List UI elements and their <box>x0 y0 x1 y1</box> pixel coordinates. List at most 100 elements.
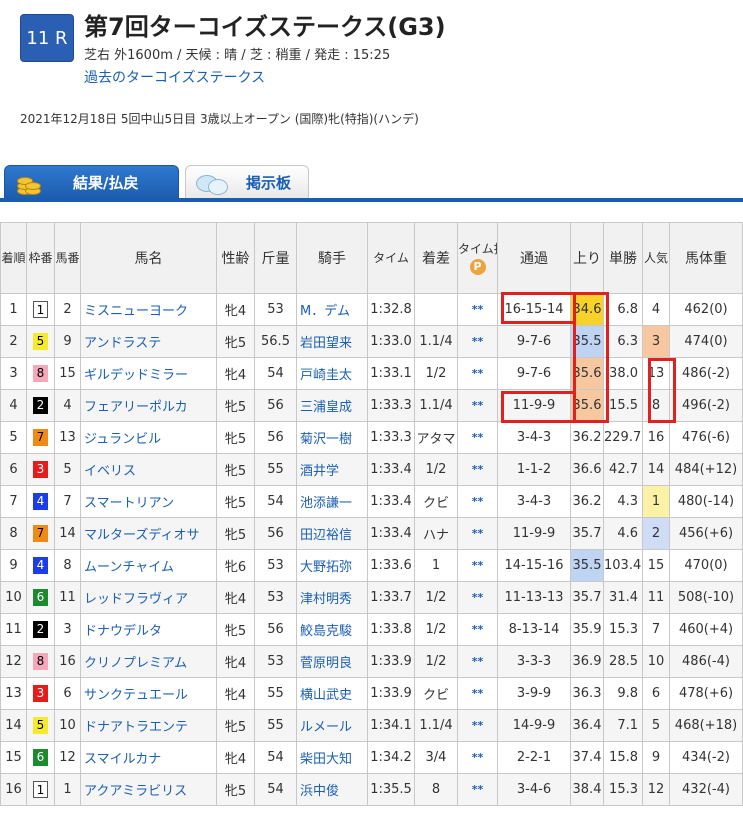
cell-horse-name[interactable]: クリノプレミアム <box>80 645 217 678</box>
cell-sex-age: 牝5 <box>216 773 255 806</box>
cell-jockey[interactable]: 大野拓弥 <box>296 549 368 582</box>
cell-odds: 15.5 <box>603 389 643 422</box>
cell-last3f: 37.4 <box>570 741 604 774</box>
cell-jockey[interactable]: 三浦皇成 <box>296 389 368 422</box>
cell-jockey[interactable]: 津村明秀 <box>296 581 368 614</box>
cell-horse-name[interactable]: ジュランビル <box>80 421 217 454</box>
cell-time: 1:32.8 <box>367 293 415 326</box>
cell-sex-age: 牝5 <box>216 613 255 646</box>
cell-jockey[interactable]: 浜中俊 <box>296 773 368 806</box>
cell-horse-name[interactable]: ドナアトラエンテ <box>80 709 217 742</box>
cell-horse-name[interactable]: ドナウデルタ <box>80 613 217 646</box>
cell-time-index[interactable]: ** <box>457 645 498 678</box>
cell-jockey[interactable]: 鮫島克駿 <box>296 613 368 646</box>
cell-horse-number: 10 <box>54 709 81 742</box>
cell-jockey[interactable]: 酒井学 <box>296 453 368 486</box>
cell-time-index[interactable]: ** <box>457 293 498 326</box>
cell-passing: 11-9-9 <box>497 517 571 550</box>
time-index-label: タイム指数 <box>458 241 497 256</box>
cell-weight: 56 <box>254 421 297 454</box>
cell-jockey[interactable]: ルメール <box>296 709 368 742</box>
cell-last3f: 36.9 <box>570 645 604 678</box>
cell-jockey[interactable]: 戸崎圭太 <box>296 357 368 390</box>
cell-horse-number: 2 <box>54 293 81 326</box>
cell-horse-name[interactable]: アンドラステ <box>80 325 217 358</box>
cell-passing: 8-13-14 <box>497 613 571 646</box>
cell-time-index[interactable]: ** <box>457 485 498 518</box>
cell-time-index[interactable]: ** <box>457 741 498 774</box>
cell-sex-age: 牝6 <box>216 549 255 582</box>
cell-time-index[interactable]: ** <box>457 709 498 742</box>
cell-weight: 53 <box>254 293 297 326</box>
cell-horse-name[interactable]: ミスニューヨーク <box>80 293 217 326</box>
race-number-badge: 11 R <box>20 14 74 62</box>
cell-horse-name[interactable]: ギルデッドミラー <box>80 357 217 390</box>
cell-last3f: 38.4 <box>570 773 604 806</box>
cell-jockey[interactable]: 菅原明良 <box>296 645 368 678</box>
cell-time-index[interactable]: ** <box>457 549 498 582</box>
table-row: 14 5 10 ドナアトラエンテ 牝5 55 ルメール 1:34.1 1.1/4 ** 14-9-9… <box>0 709 743 742</box>
cell-sex-age: 牝4 <box>216 677 255 710</box>
cell-passing: 3-9-9 <box>497 677 571 710</box>
cell-horse-name[interactable]: スマートリアン <box>80 485 217 518</box>
table-row: 12 8 16 クリノプレミアム 牝4 53 菅原明良 1:33.9 1/2 ** 3-3-3 36.… <box>0 645 743 678</box>
cell-popularity: 15 <box>642 549 670 582</box>
cell-horse-name[interactable]: ムーンチャイム <box>80 549 217 582</box>
cell-finish: 2 <box>0 325 27 358</box>
cell-time-index[interactable]: ** <box>457 357 498 390</box>
cell-horse-name[interactable]: マルターズディオサ <box>80 517 217 550</box>
cell-body-weight: 462(0) <box>669 293 743 326</box>
cell-popularity: 5 <box>642 709 670 742</box>
cell-time-index[interactable]: ** <box>457 389 498 422</box>
cell-sex-age: 牝4 <box>216 357 255 390</box>
cell-horse-name[interactable]: フェアリーポルカ <box>80 389 217 422</box>
cell-last3f: 36.6 <box>570 453 604 486</box>
waku-badge: 2 <box>33 397 48 414</box>
col-weight: 斤量 <box>254 222 297 294</box>
cell-time-index[interactable]: ** <box>457 581 498 614</box>
cell-horse-name[interactable]: アクアミラビリス <box>80 773 217 806</box>
cell-jockey[interactable]: 岩田望来 <box>296 325 368 358</box>
cell-horse-name[interactable]: サンクテュエール <box>80 677 217 710</box>
cell-weight: 54 <box>254 485 297 518</box>
cell-finish: 11 <box>0 613 27 646</box>
cell-odds: 4.6 <box>603 517 643 550</box>
cell-horse-name[interactable]: レッドフラヴィア <box>80 581 217 614</box>
table-row: 3 8 15 ギルデッドミラー 牝4 54 戸崎圭太 1:33.1 1/2 ** 9-7-6 35.6… <box>0 357 743 390</box>
cell-horse-name[interactable]: イベリス <box>80 453 217 486</box>
cell-popularity: 16 <box>642 421 670 454</box>
table-row: 10 6 11 レッドフラヴィア 牝4 53 津村明秀 1:33.7 1/2 ** 11-13-13… <box>0 581 743 614</box>
cell-jockey[interactable]: 菊沢一樹 <box>296 421 368 454</box>
cell-jockey[interactable]: 横山武史 <box>296 677 368 710</box>
cell-popularity: 14 <box>642 453 670 486</box>
cell-horse-name[interactable]: スマイルカナ <box>80 741 217 774</box>
cell-time-index[interactable]: ** <box>457 613 498 646</box>
cell-jockey[interactable]: 池添謙一 <box>296 485 368 518</box>
cell-time-index[interactable]: ** <box>457 517 498 550</box>
cell-time-index[interactable]: ** <box>457 325 498 358</box>
cell-sex-age: 牝4 <box>216 581 255 614</box>
tab-board[interactable]: 掲示板 <box>185 165 309 199</box>
cell-time: 1:33.3 <box>367 389 415 422</box>
cell-jockey[interactable]: 柴田大知 <box>296 741 368 774</box>
cell-sex-age: 牝4 <box>216 293 255 326</box>
cell-time-index[interactable]: ** <box>457 677 498 710</box>
cell-time-index[interactable]: ** <box>457 453 498 486</box>
cell-body-weight: 508(-10) <box>669 581 743 614</box>
cell-jockey[interactable]: M．デム <box>296 293 368 326</box>
cell-last3f: 35.6 <box>570 389 604 422</box>
cell-time: 1:34.1 <box>367 709 415 742</box>
cell-jockey[interactable]: 田辺裕信 <box>296 517 368 550</box>
past-races-link[interactable]: 過去のターコイズステークス <box>84 67 265 87</box>
cell-odds: 9.8 <box>603 677 643 710</box>
cell-popularity: 8 <box>642 389 670 422</box>
cell-weight: 56 <box>254 517 297 550</box>
cell-time-index[interactable]: ** <box>457 773 498 806</box>
cell-time-index[interactable]: ** <box>457 421 498 454</box>
cell-finish: 16 <box>0 773 27 806</box>
waku-badge: 7 <box>33 525 48 542</box>
table-row: 8 7 14 マルターズディオサ 牝5 56 田辺裕信 1:33.4 ハナ ** 11-9-9 35.… <box>0 517 743 550</box>
cell-weight: 56 <box>254 389 297 422</box>
cell-weight: 55 <box>254 453 297 486</box>
tab-results[interactable]: 結果/払戻 <box>4 165 179 199</box>
